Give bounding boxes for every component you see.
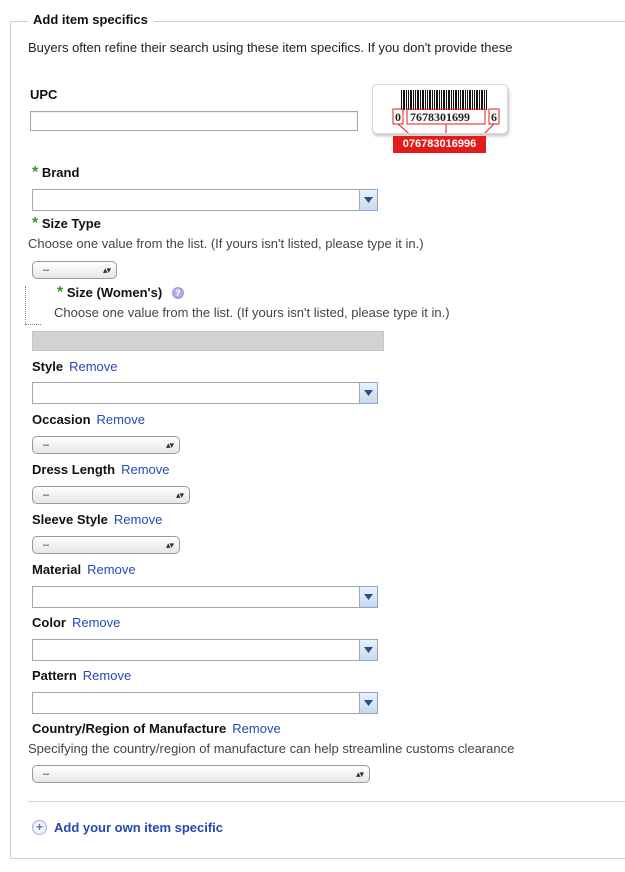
section-divider [28, 801, 625, 802]
required-marker: * [32, 164, 39, 181]
country-remove-link[interactable]: Remove [232, 721, 280, 736]
material-input[interactable] [32, 586, 360, 608]
updown-arrows-icon: ▴▾ [102, 264, 111, 275]
pattern-input[interactable] [32, 692, 360, 714]
pattern-combobox[interactable] [32, 692, 378, 714]
occasion-remove-link[interactable]: Remove [97, 412, 145, 427]
country-label-row: Country/Region of Manufacture Remove [32, 721, 281, 736]
chevron-down-icon [364, 700, 373, 706]
chevron-down-icon [364, 647, 373, 653]
brand-input[interactable] [32, 189, 360, 211]
country-label: Country/Region of Manufacture [32, 721, 227, 736]
brand-dropdown-button[interactable] [360, 189, 378, 211]
material-label: Material [32, 562, 82, 577]
color-label: Color [32, 615, 66, 630]
style-label-row: Style Remove [32, 359, 118, 374]
occasion-selected: – [43, 439, 50, 451]
barcode-upc-highlight: 076783016996 [393, 136, 486, 153]
pattern-label-row: Pattern Remove [32, 668, 131, 683]
chevron-down-icon [364, 390, 373, 396]
size-type-selected: – [43, 264, 50, 276]
barcode-bars-icon [392, 90, 500, 138]
style-label: Style [32, 359, 64, 374]
occasion-select[interactable]: – ▴▾ [32, 436, 180, 454]
dress-length-label-row: Dress Length Remove [32, 462, 170, 477]
upc-label: UPC [30, 87, 58, 102]
pattern-label: Pattern [32, 668, 77, 683]
barcode-left-digit: 0 [395, 110, 401, 124]
country-select[interactable]: – ▴▾ [32, 765, 370, 783]
add-own-item-specific[interactable]: + Add your own item specific [32, 820, 223, 835]
sleeve-style-selected: – [43, 539, 50, 551]
sleeve-style-label-row: Sleeve Style Remove [32, 512, 162, 527]
updown-arrows-icon: ▴▾ [355, 768, 364, 779]
material-label-row: Material Remove [32, 562, 136, 577]
material-remove-link[interactable]: Remove [87, 562, 135, 577]
brand-label-row: * Brand [32, 164, 79, 182]
help-question-icon[interactable]: ? [171, 287, 184, 299]
color-combobox[interactable] [32, 639, 378, 661]
material-combobox[interactable] [32, 586, 378, 608]
dress-length-remove-link[interactable]: Remove [121, 462, 169, 477]
size-type-label-row: * Size Type [32, 215, 101, 233]
barcode-middle-digits: 7678301699 [410, 110, 470, 124]
barcode-illustration: 0 7678301699 6 076783016996 [372, 84, 510, 154]
size-womens-disabled-field [32, 331, 384, 351]
barcode-right-digit: 6 [491, 110, 497, 124]
style-dropdown-button[interactable] [360, 382, 378, 404]
country-help: Specifying the country/region of manufac… [28, 741, 515, 756]
add-own-item-specific-link[interactable]: Add your own item specific [54, 820, 223, 835]
tree-connector [25, 324, 41, 325]
updown-arrows-icon: ▴▾ [175, 489, 184, 500]
style-remove-link[interactable]: Remove [69, 359, 117, 374]
tree-connector [25, 286, 26, 324]
size-type-select[interactable]: – ▴▾ [32, 261, 117, 279]
size-type-help: Choose one value from the list. (If your… [28, 236, 424, 251]
required-marker: * [57, 284, 64, 301]
dress-length-selected: – [43, 489, 50, 501]
color-remove-link[interactable]: Remove [72, 615, 120, 630]
style-input[interactable] [32, 382, 360, 404]
color-dropdown-button[interactable] [360, 639, 378, 661]
upc-input[interactable] [30, 111, 358, 131]
chevron-down-icon [364, 197, 373, 203]
sleeve-style-select[interactable]: – ▴▾ [32, 536, 180, 554]
brand-combobox[interactable] [32, 189, 378, 211]
section-intro: Buyers often refine their search using t… [28, 40, 513, 55]
color-input[interactable] [32, 639, 360, 661]
size-womens-help: Choose one value from the list. (If your… [54, 305, 450, 320]
size-womens-label: Size (Women's) [66, 285, 163, 300]
style-combobox[interactable] [32, 382, 378, 404]
sleeve-style-remove-link[interactable]: Remove [114, 512, 162, 527]
material-dropdown-button[interactable] [360, 586, 378, 608]
size-womens-label-row: * Size (Women's) ? [57, 284, 184, 302]
updown-arrows-icon: ▴▾ [165, 439, 174, 450]
brand-label: Brand [41, 165, 80, 180]
pattern-dropdown-button[interactable] [360, 692, 378, 714]
sleeve-style-label: Sleeve Style [32, 512, 108, 527]
size-type-label: Size Type [41, 216, 101, 231]
updown-arrows-icon: ▴▾ [165, 539, 174, 550]
dress-length-label: Dress Length [32, 462, 116, 477]
occasion-label: Occasion [32, 412, 91, 427]
barcode-card: 0 7678301699 6 [372, 84, 508, 138]
chevron-down-icon [364, 594, 373, 600]
pattern-remove-link[interactable]: Remove [83, 668, 131, 683]
color-label-row: Color Remove [32, 615, 120, 630]
required-marker: * [32, 215, 39, 232]
plus-circle-icon: + [32, 820, 47, 835]
dress-length-select[interactable]: – ▴▾ [32, 486, 190, 504]
section-legend: Add item specifics [28, 12, 154, 27]
country-selected: – [43, 768, 50, 780]
occasion-label-row: Occasion Remove [32, 412, 145, 427]
